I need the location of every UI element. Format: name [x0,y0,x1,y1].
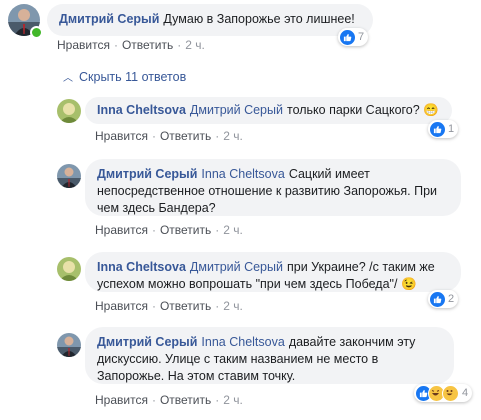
comment-bubble: Дмитрий Серый Думаю в Запорожье это лишне… [47,4,373,36]
avatar-inna[interactable] [57,99,81,123]
chevron-up-icon: ︿ [63,73,73,84]
like-link[interactable]: Нравится [95,223,148,237]
reply-mention[interactable]: Inna Cheltsova [201,335,284,349]
reply-bubble: Дмитрий Серый Inna Cheltsova давайте закон… [85,327,454,384]
separator-dot: · [151,223,156,237]
hide-replies-link[interactable]: ︿ Скрыть 11 ответов [63,69,187,85]
separator-dot: · [113,38,118,52]
reaction-count[interactable]: 7 [338,28,369,46]
reply-author[interactable]: Дмитрий Серый [97,335,197,349]
reply-actions: Нравится · Ответить · 2 ч. [95,223,243,237]
hide-replies-label: Скрыть 11 ответов [79,69,187,84]
reply-author[interactable]: Inna Cheltsova [97,103,186,117]
comment-author[interactable]: Дмитрий Серый [59,12,159,26]
reaction-number: 4 [462,387,469,399]
comment-text: Думаю в Запорожье это лишнее! [163,12,355,26]
reply-bubble: Inna Cheltsova Дмитрий Серый только парки … [85,97,452,124]
reply-bubble: Дмитрий Серый Inna Cheltsova Сацкий имеет … [85,159,461,216]
online-indicator [30,26,43,39]
reaction-count[interactable]: 4 [414,384,473,402]
reply-link[interactable]: Ответить [160,393,211,407]
reply-time[interactable]: 2 ч. [223,223,243,237]
avatar-dmitry[interactable] [57,164,81,188]
like-icon [340,29,355,45]
reply-link[interactable]: Ответить [160,223,211,237]
reply-actions: Нравится · Ответить · 2 ч. [95,299,243,313]
reply-mention[interactable]: Дмитрий Серый [190,260,283,274]
avatar-dmitry[interactable] [57,333,81,357]
like-icon [430,291,445,307]
reply-bubble: Inna Cheltsova Дмитрий Серый при Украине? … [85,252,461,292]
separator-dot: · [215,393,220,407]
like-link[interactable]: Нравится [95,393,148,407]
comment-time[interactable]: 2 ч. [185,38,205,52]
reply-actions: Нравится · Ответить · 2 ч. [95,129,243,143]
reaction-number: 1 [448,123,455,135]
reaction-count[interactable]: 1 [428,120,459,138]
reply-text: только парки Сацкого? [286,103,420,117]
reply-author[interactable]: Дмитрий Серый [97,167,197,181]
reply-mention[interactable]: Дмитрий Серый [190,103,283,117]
reaction-count[interactable]: 2 [428,290,459,308]
wink-emoji: 😉 [400,277,417,291]
reply-link[interactable]: Ответить [160,129,211,143]
separator-dot: · [151,129,156,143]
avatar-inna[interactable] [57,257,81,281]
laugh-icon [442,384,459,402]
separator-dot: · [151,393,156,407]
separator-dot: · [177,38,182,52]
reply-link[interactable]: Ответить [160,299,211,313]
separator-dot: · [151,299,156,313]
like-link[interactable]: Нравится [95,299,148,313]
separator-dot: · [215,223,220,237]
like-icon [430,121,445,137]
like-link[interactable]: Нравится [95,129,148,143]
reply-time[interactable]: 2 ч. [223,393,243,407]
reply-mention[interactable]: Inna Cheltsova [201,167,284,181]
like-link[interactable]: Нравится [57,38,110,52]
grin-emoji: 😁 [423,103,439,117]
reply-link[interactable]: Ответить [122,38,173,52]
reply-author[interactable]: Inna Cheltsova [97,260,186,274]
separator-dot: · [215,129,220,143]
reply-time[interactable]: 2 ч. [223,299,243,313]
reply-time[interactable]: 2 ч. [223,129,243,143]
comment-actions: Нравится · Ответить · 2 ч. [57,38,205,52]
separator-dot: · [215,299,220,313]
reaction-number: 7 [358,31,365,43]
reply-actions: Нравится · Ответить · 2 ч. [95,393,243,407]
reaction-number: 2 [448,293,455,305]
